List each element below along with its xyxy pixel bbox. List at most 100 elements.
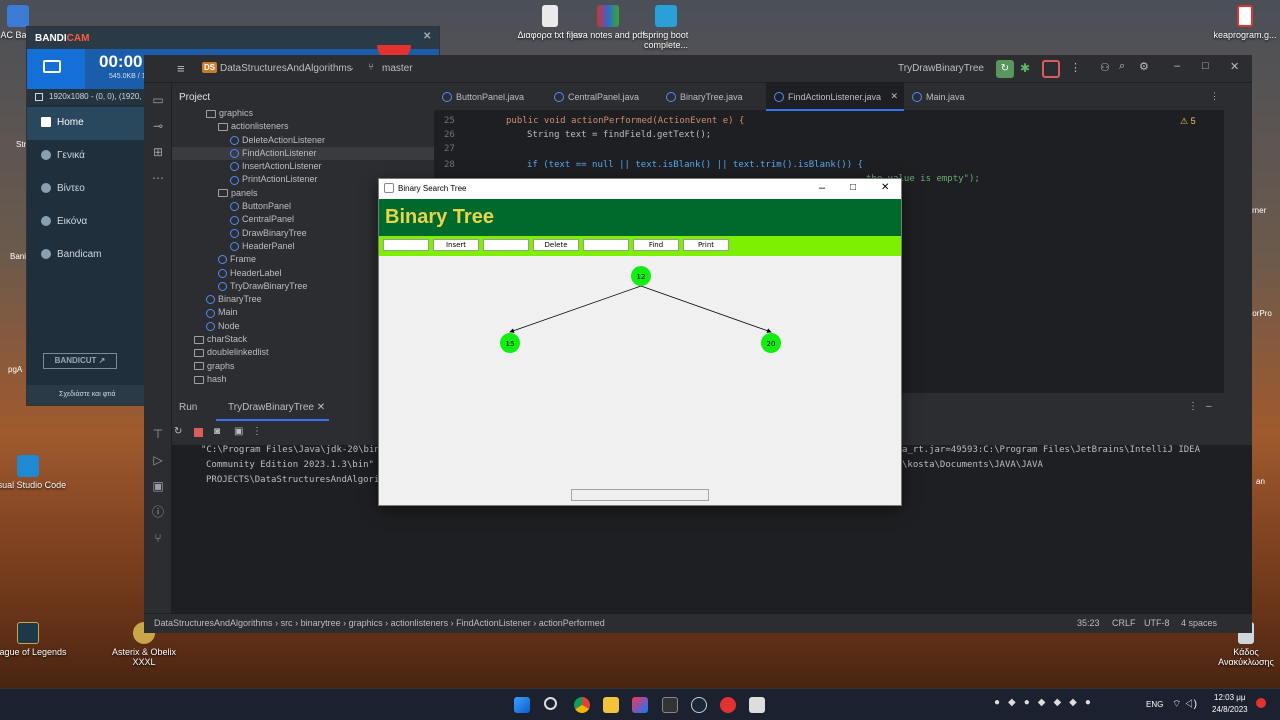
rerun-icon[interactable]: ↻ <box>174 426 182 437</box>
close-icon[interactable]: ✕ <box>881 182 889 193</box>
desktop-icon-keaprogram[interactable]: keaprogram.g... <box>1205 5 1280 40</box>
menu-home[interactable]: Home <box>27 107 147 140</box>
print-button[interactable]: Print <box>683 239 729 251</box>
desktop-icon-spring-boot[interactable]: spring boot complete... <box>626 5 706 50</box>
find-field[interactable] <box>583 239 629 251</box>
run-config[interactable]: TryDrawBinaryTree <box>898 63 984 74</box>
commit-icon[interactable]: ⊸ <box>151 119 165 133</box>
tab-label: TryDrawBinaryTree <box>228 402 314 413</box>
search-icon[interactable] <box>544 697 557 710</box>
checkbox-icon[interactable] <box>35 93 43 101</box>
camera-icon[interactable]: ◙ <box>214 426 220 437</box>
more-icon[interactable]: ⋯ <box>151 171 165 185</box>
chrome-icon[interactable] <box>574 697 590 713</box>
menu-general[interactable]: Γενικά <box>27 140 147 173</box>
close-icon[interactable]: ✕ <box>1230 60 1239 73</box>
problems-icon[interactable]: ⓘ <box>151 505 165 519</box>
run-icon[interactable]: ▷ <box>151 453 165 467</box>
intellij-icon[interactable] <box>632 697 648 713</box>
breadcrumb-item[interactable]: FindActionListener <box>456 618 531 628</box>
git-icon[interactable]: ⑂ <box>151 531 165 545</box>
tab-label: BinaryTree.java <box>680 92 743 102</box>
stop-icon[interactable] <box>194 428 203 437</box>
minimize-icon[interactable]: – <box>819 182 825 194</box>
tree-item[interactable]: actionlisteners <box>172 120 434 133</box>
more-icon[interactable]: ⋮ <box>1210 91 1219 102</box>
breadcrumb-item[interactable]: DataStructuresAndAlgorithms <box>154 618 273 628</box>
delete-button[interactable]: Delete <box>533 239 579 251</box>
tree-item[interactable]: FindActionListener <box>172 146 434 161</box>
search-icon[interactable]: ⌕ <box>1119 60 1125 73</box>
warning-icon[interactable]: ⚠ 5 <box>1180 116 1196 127</box>
insert-button[interactable]: Insert <box>433 239 479 251</box>
screen-mode-button[interactable] <box>27 49 85 89</box>
network-icon[interactable]: ⌔ ◁) <box>1172 698 1197 711</box>
structure-icon[interactable]: ⊞ <box>151 145 165 159</box>
bst-window: Binary Search Tree – □ ✕ Binary Tree Ins… <box>378 178 902 506</box>
debug-icon[interactable]: ✱ <box>1020 61 1030 75</box>
java-app-icon[interactable] <box>749 697 765 713</box>
breadcrumb-item[interactable]: graphics <box>349 618 383 628</box>
file-explorer-icon[interactable] <box>603 697 619 713</box>
delete-field[interactable] <box>483 239 529 251</box>
breadcrumb: DataStructuresAndAlgorithms › src › bina… <box>154 618 605 628</box>
desktop-icon-vscode[interactable]: Visual Studio Code <box>0 455 68 490</box>
folder-icon[interactable]: ▭ <box>151 93 165 107</box>
close-icon[interactable]: ✕ <box>423 31 431 42</box>
profile-icon[interactable]: ⚇ <box>1100 61 1110 74</box>
desktop-icon-league[interactable]: League of Legends <box>0 622 68 657</box>
find-button[interactable]: Find <box>633 239 679 251</box>
line-separator[interactable]: CRLF <box>1112 618 1136 628</box>
stop-icon[interactable] <box>1042 60 1060 78</box>
branch-name[interactable]: master <box>382 63 413 74</box>
run-icon[interactable]: ↻ <box>996 60 1014 78</box>
hammer-icon[interactable]: ⊤ <box>151 427 165 441</box>
tab-main[interactable]: Main.java <box>904 83 984 111</box>
clock-time[interactable]: 12:03 μμ <box>1214 693 1245 702</box>
steam-icon[interactable] <box>691 697 707 713</box>
windows-start-icon[interactable] <box>514 697 530 713</box>
cursor-position[interactable]: 35:23 <box>1077 618 1100 628</box>
tab-centralpanel[interactable]: CentralPanel.java <box>546 83 658 111</box>
breadcrumb-item[interactable]: actionPerformed <box>539 618 605 628</box>
terminal-icon[interactable] <box>662 697 678 713</box>
tab-run-config[interactable]: TryDrawBinaryTree ✕ <box>216 393 330 421</box>
layout-icon[interactable]: ▣ <box>234 426 243 437</box>
more-icon[interactable]: ⋮ <box>1070 61 1081 74</box>
menu-bandicam[interactable]: Bandicam <box>27 239 147 272</box>
clock-date[interactable]: 24/8/2023 <box>1212 705 1248 714</box>
language-indicator[interactable]: ENG <box>1146 700 1163 709</box>
maximize-icon[interactable]: □ <box>1202 60 1209 72</box>
tab-label: ButtonPanel.java <box>456 92 525 102</box>
tree-item[interactable]: graphics <box>172 107 434 120</box>
status-field[interactable] <box>571 489 709 501</box>
terminal-icon[interactable]: ▣ <box>151 479 165 493</box>
minimize-icon[interactable]: – <box>1174 60 1180 72</box>
class-icon <box>206 308 215 318</box>
tab-run[interactable]: Run <box>179 402 197 413</box>
gear-icon[interactable]: ⚙ <box>1139 60 1149 73</box>
breadcrumb-item[interactable]: binarytree <box>301 618 341 628</box>
file-encoding[interactable]: UTF-8 <box>1144 618 1170 628</box>
close-icon[interactable]: ✕ <box>890 91 898 102</box>
menu-video[interactable]: Βίντεο <box>27 173 147 206</box>
tree-item[interactable]: DeleteActionListener <box>172 134 434 147</box>
more-icon[interactable]: ⋮ <box>1188 401 1198 412</box>
breadcrumb-item[interactable]: src <box>281 618 293 628</box>
tab-binarytree[interactable]: BinaryTree.java <box>658 83 764 111</box>
minimize-icon[interactable]: – <box>1206 401 1212 412</box>
insert-field[interactable] <box>383 239 429 251</box>
indent-setting[interactable]: 4 spaces <box>1181 618 1217 628</box>
project-name[interactable]: DataStructuresAndAlgorithms <box>220 63 352 74</box>
bandicam-record-icon[interactable] <box>720 697 736 713</box>
maximize-icon[interactable]: □ <box>850 182 856 193</box>
bandicut-button[interactable]: BANDICUT ↗ <box>43 353 117 369</box>
more-icon[interactable]: ⋮ <box>252 426 262 437</box>
notification-icon[interactable] <box>1256 698 1266 708</box>
menu-image[interactable]: Εικόνα <box>27 206 147 239</box>
tab-findactionlistener[interactable]: FindActionListener.java ✕ <box>766 83 904 111</box>
tab-buttonpanel[interactable]: ButtonPanel.java <box>434 83 546 111</box>
breadcrumb-item[interactable]: actionlisteners <box>391 618 449 628</box>
tree-item[interactable]: InsertActionListener <box>172 160 434 173</box>
hamburger-menu-icon[interactable]: ≡ <box>177 61 185 76</box>
